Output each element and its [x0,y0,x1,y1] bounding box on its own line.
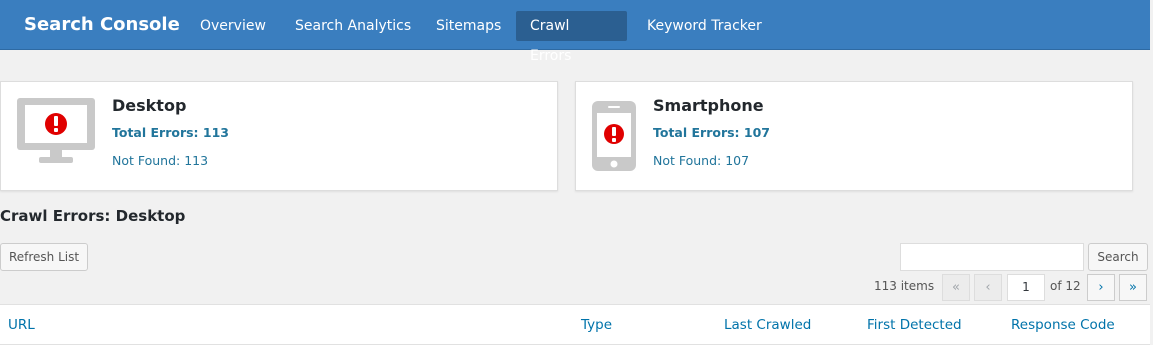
nav-tab-crawl-errors[interactable]: Crawl Errors [516,11,627,64]
nav-tab-search-analytics[interactable]: Search Analytics [281,11,425,41]
smartphone-not-found-link[interactable]: Not Found: 107 [653,153,749,168]
first-page-button[interactable]: « [942,274,970,301]
smartphone-error-icon [592,101,636,171]
prev-page-button[interactable]: ‹ [974,274,1002,301]
top-navigation-bar: Search Console Overview Search Analytics… [0,0,1150,64]
last-page-button[interactable]: » [1119,274,1147,301]
desktop-card-title: Desktop [112,96,187,115]
smartphone-card-title: Smartphone [653,96,764,115]
column-header-url[interactable]: URL [8,317,35,333]
items-count: 113 items [874,279,935,293]
search-input[interactable] [900,243,1084,271]
section-title: Crawl Errors: Desktop [0,207,186,225]
nav-tab-keyword-tracker[interactable]: Keyword Tracker [633,11,776,41]
brand-title: Search Console [24,14,180,35]
smartphone-total-errors-link[interactable]: Total Errors: 107 [653,125,770,140]
current-page-input[interactable]: 1 [1007,274,1045,301]
column-header-response-code[interactable]: Response Code [1011,317,1115,333]
desktop-total-errors-link[interactable]: Total Errors: 113 [112,125,229,140]
column-header-first-detected[interactable]: First Detected [867,317,962,333]
smartphone-errors-card: Smartphone Total Errors: 107 Not Found: … [575,81,1133,191]
total-pages-label: of 12 [1050,279,1081,293]
column-header-last-crawled[interactable]: Last Crawled [724,317,811,333]
desktop-errors-card: Desktop Total Errors: 113 Not Found: 113 [0,81,558,191]
nav-tab-sitemaps[interactable]: Sitemaps [422,11,515,41]
column-header-type[interactable]: Type [581,317,612,333]
desktop-not-found-link[interactable]: Not Found: 113 [112,153,208,168]
next-page-button[interactable]: › [1087,274,1115,301]
nav-tab-overview[interactable]: Overview [186,11,280,41]
search-button[interactable]: Search [1088,243,1148,271]
refresh-list-button[interactable]: Refresh List [0,243,88,271]
table-header: URL Type Last Crawled First Detected Res… [0,304,1150,345]
desktop-error-icon [17,98,95,163]
